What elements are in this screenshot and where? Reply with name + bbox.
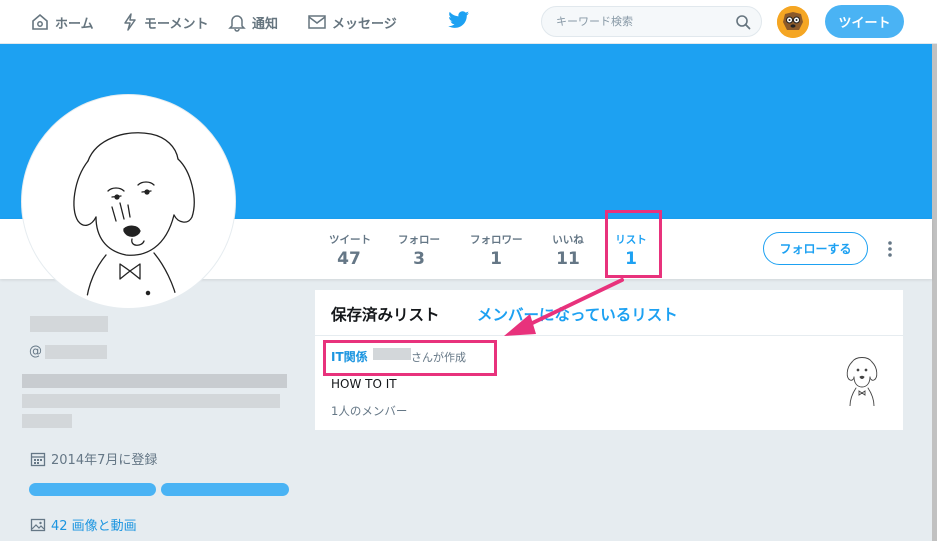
profile-avatar[interactable] [22, 95, 235, 308]
profile-joined: 2014年7月に登録 [30, 449, 157, 468]
nav-home[interactable]: ホーム [30, 0, 94, 44]
search-box[interactable] [541, 6, 762, 37]
user-avatar[interactable] [777, 6, 809, 38]
profile-handle-redacted [45, 345, 107, 359]
search-icon[interactable] [735, 14, 751, 30]
top-navigation: ホーム モーメント 通知 メッセージ ツイート [0, 0, 937, 44]
tweet-button[interactable]: ツイート [825, 5, 904, 38]
search-input[interactable] [556, 15, 726, 28]
stat-tweets-value: 47 [337, 249, 361, 269]
dog-avatar-icon [777, 6, 809, 38]
profile-name-redacted [30, 316, 108, 332]
profile-bio-line-3 [22, 414, 72, 428]
profile-media-link[interactable]: 42 画像と動画 [30, 515, 137, 534]
nav-home-label: ホーム [55, 16, 94, 32]
annotation-arrow-icon [504, 278, 624, 336]
list-item-description: HOW TO IT [331, 377, 397, 391]
profile-joined-text: 2014年7月に登録 [51, 453, 158, 468]
nav-messages-label: メッセージ [332, 16, 397, 32]
stat-tweets-label: ツイート [329, 234, 371, 246]
profile-follow-pill-1[interactable] [29, 483, 156, 496]
nav-messages[interactable]: メッセージ [307, 0, 397, 44]
highlight-list-name [323, 340, 497, 376]
nav-moments-label: モーメント [144, 16, 209, 32]
profile-follow-pill-2[interactable] [161, 483, 289, 496]
twitter-bird-icon[interactable] [448, 10, 470, 30]
stat-followers-value: 1 [490, 249, 502, 269]
calendar-icon [30, 452, 46, 466]
more-options-icon[interactable] [886, 239, 894, 259]
follow-button[interactable]: フォローする [763, 232, 868, 265]
stat-following-value: 3 [413, 249, 425, 269]
profile-bio-line-2 [22, 394, 280, 408]
stat-tweets[interactable]: ツイート 47 [329, 232, 371, 269]
stat-followers[interactable]: フォロワー 1 [470, 232, 523, 269]
profile-handle-prefix: @ [29, 344, 42, 359]
stat-likes[interactable]: いいね 11 [550, 232, 586, 269]
stat-likes-label: いいね [552, 234, 584, 246]
highlight-lists-stat [605, 210, 662, 278]
stat-likes-value: 11 [556, 249, 580, 269]
profile-media-link-text[interactable]: 42 画像と動画 [51, 515, 137, 534]
stat-following[interactable]: フォロー 3 [398, 232, 440, 269]
list-item-members[interactable]: 1人のメンバー [331, 403, 407, 419]
scrollbar[interactable] [932, 44, 937, 541]
tab-saved-lists[interactable]: 保存済みリスト [331, 303, 440, 325]
profile-bio-line-1 [22, 374, 287, 388]
nav-moments[interactable]: モーメント [121, 0, 208, 44]
nav-notifications-label: 通知 [252, 16, 279, 32]
stat-following-label: フォロー [398, 234, 440, 246]
nav-notifications[interactable]: 通知 [227, 0, 278, 44]
envelope-icon [308, 15, 326, 29]
stat-followers-label: フォロワー [470, 234, 523, 246]
image-icon [30, 518, 46, 531]
lightning-icon [124, 13, 136, 31]
dog-sketch-avatar-icon [73, 132, 195, 304]
home-icon [32, 13, 48, 30]
bell-icon [228, 15, 246, 32]
list-owner-avatar-icon [846, 357, 878, 406]
